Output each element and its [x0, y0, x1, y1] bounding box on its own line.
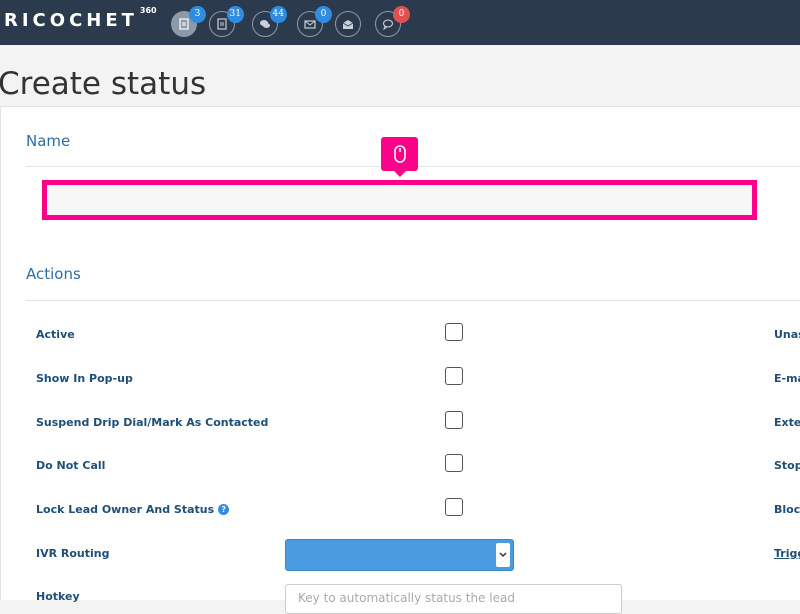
chevron-down-icon[interactable] [496, 543, 510, 567]
block-label: Block [774, 503, 800, 516]
mail-icon[interactable]: 0 [297, 6, 332, 37]
name-input[interactable] [42, 180, 757, 220]
document-icon[interactable]: 31 [209, 6, 244, 37]
active-label: Active [36, 328, 75, 341]
mouse-icon [393, 145, 406, 163]
suspend-drip-dial-checkbox[interactable] [445, 411, 463, 429]
hotkey-input[interactable]: Key to automatically status the lead [285, 584, 622, 614]
show-in-popup-checkbox[interactable] [445, 367, 463, 385]
comment-badge: 0 [393, 6, 410, 23]
do-not-call-label: Do Not Call [36, 459, 106, 472]
logo[interactable]: RICOCHET 360 [4, 6, 157, 31]
ivr-routing-label: IVR Routing [36, 547, 110, 560]
trigger-link[interactable]: Trigg [774, 547, 800, 560]
divider [26, 300, 800, 301]
comment-icon[interactable]: 0 [375, 6, 410, 37]
email-label: E-ma [774, 372, 800, 385]
lead-badge: 3 [189, 6, 206, 23]
chat-icon[interactable]: 44 [252, 6, 287, 37]
show-in-popup-label: Show In Pop-up [36, 372, 133, 385]
active-checkbox[interactable] [445, 323, 463, 341]
unassign-label: Unas [774, 328, 800, 341]
page-title: Create status [0, 66, 207, 102]
actions-section-title: Actions [26, 265, 81, 283]
external-label: Exter [774, 416, 800, 429]
lock-lead-owner-checkbox[interactable] [445, 498, 463, 516]
stop-label: Stop [774, 459, 800, 472]
document-badge: 31 [226, 6, 244, 23]
open-mail-icon[interactable] [335, 11, 361, 37]
click-tooltip [381, 137, 418, 177]
ivr-routing-select[interactable] [285, 539, 514, 571]
help-icon[interactable]: ? [218, 504, 230, 515]
top-navbar: RICOCHET 360 3 31 44 0 0 [0, 0, 800, 45]
do-not-call-checkbox[interactable] [445, 454, 463, 472]
name-section-title: Name [26, 132, 71, 150]
lead-icon[interactable]: 3 [171, 6, 206, 37]
lock-lead-owner-label: Lock Lead Owner And Status? [36, 503, 230, 516]
chat-badge: 44 [269, 6, 287, 23]
hotkey-label: Hotkey [36, 590, 80, 603]
suspend-drip-dial-label: Suspend Drip Dial/Mark As Contacted [36, 416, 269, 429]
mail-badge: 0 [315, 6, 332, 23]
